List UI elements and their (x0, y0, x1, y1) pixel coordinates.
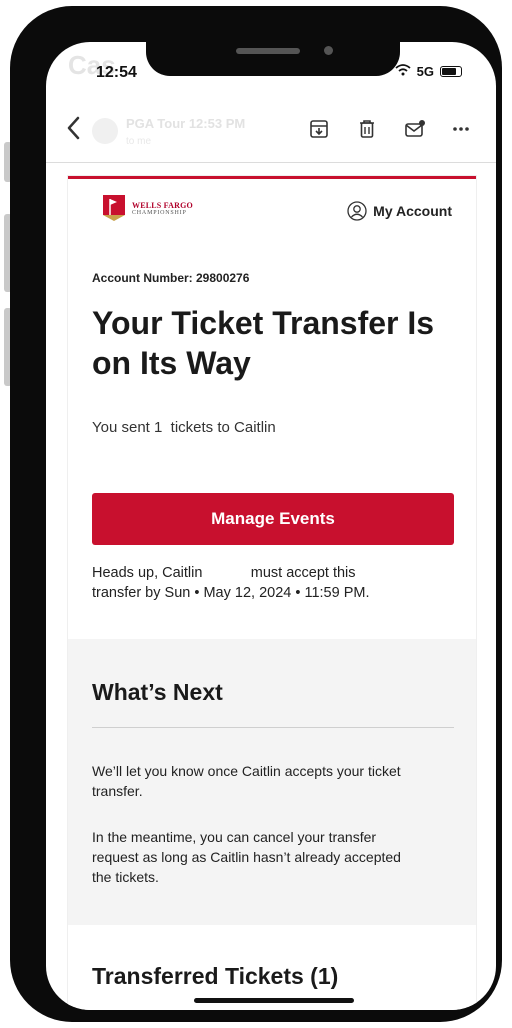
manage-events-button[interactable]: Manage Events (92, 493, 454, 545)
logo-wordmark: WELLS FARGO CHAMPIONSHIP (132, 201, 193, 216)
user-icon (347, 201, 367, 221)
whats-next-section: What’s Next We’ll let you know once Cait… (68, 639, 476, 925)
divider (92, 727, 454, 728)
phone-screen: Cas 12:54 5G PGA Tour 12:53 PM to me WEL… (46, 42, 496, 1010)
logo-line-1: WELLS FARGO (132, 200, 193, 210)
whats-next-paragraph-2: In the meantime, you can cancel your tra… (92, 829, 401, 885)
trash-icon[interactable] (356, 118, 378, 140)
more-icon[interactable] (450, 118, 472, 140)
heads-up-text: Heads up, Caitlin must accept this trans… (92, 565, 370, 601)
status-indicators: 5G (395, 64, 462, 79)
mail-header: PGA Tour 12:53 PM to me (46, 104, 496, 163)
wells-fargo-championship-logo: WELLS FARGO CHAMPIONSHIP (102, 193, 193, 223)
wifi-icon (395, 64, 411, 79)
flag-logo-icon (103, 195, 125, 221)
email-body: WELLS FARGO CHAMPIONSHIP My Account Acco… (68, 176, 476, 1010)
home-indicator[interactable] (194, 998, 354, 1003)
transferred-tickets-title: Transferred Tickets (1) (92, 963, 339, 989)
mark-unread-icon[interactable] (404, 118, 426, 140)
archive-icon[interactable] (308, 118, 330, 140)
whats-next-title: What’s Next (92, 679, 223, 705)
sender-name: PGA Tour 12:53 PM (126, 116, 246, 131)
phone-frame: Cas 12:54 5G PGA Tour 12:53 PM to me WEL… (10, 6, 502, 1022)
status-time: 12:54 (96, 64, 137, 81)
logo-line-2: CHAMPIONSHIP (132, 209, 187, 216)
whats-next-paragraph-1: We’ll let you know once Caitlin accepts … (92, 763, 401, 799)
sent-tickets-text: You sent 1 tickets to Caitlin (92, 419, 276, 436)
sender-avatar (92, 118, 118, 144)
battery-icon (440, 66, 462, 77)
my-account-link[interactable]: My Account (347, 201, 452, 221)
recipient-line: to me (126, 136, 152, 147)
my-account-label: My Account (373, 203, 452, 219)
notch (146, 42, 400, 76)
notch-camera (324, 46, 333, 55)
page-title: Your Ticket Transfer Is on Its Way (92, 305, 435, 381)
notch-speaker (236, 48, 300, 54)
account-number: Account Number: 29800276 (92, 271, 250, 285)
back-icon[interactable] (66, 116, 80, 147)
network-label: 5G (416, 64, 434, 79)
